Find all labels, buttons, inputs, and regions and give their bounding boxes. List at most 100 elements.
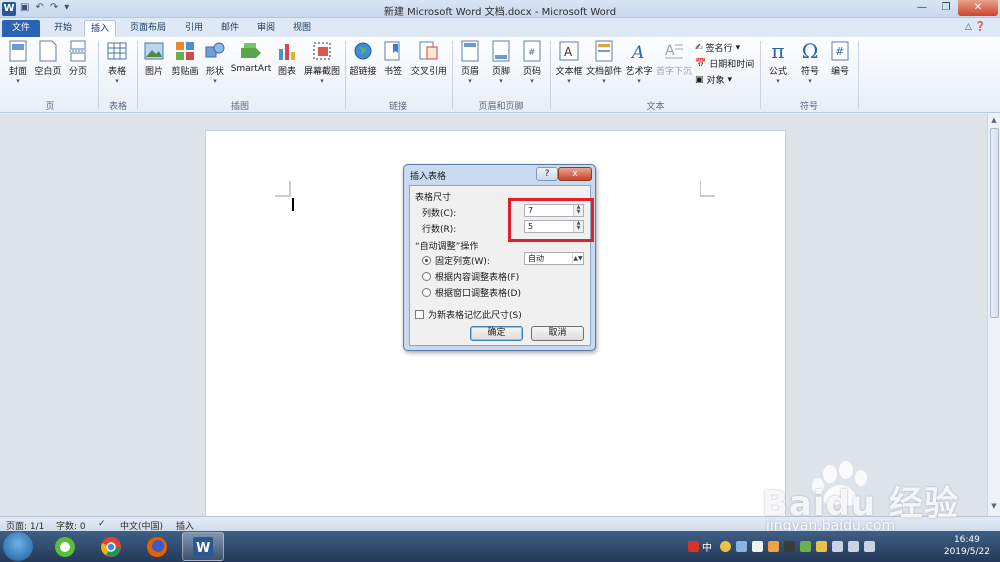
tab-file[interactable]: 文件 bbox=[2, 20, 40, 37]
minimize-icon[interactable]: — bbox=[910, 0, 934, 16]
tray-app-icon[interactable] bbox=[800, 541, 811, 552]
clipart-button[interactable]: 剪贴画 bbox=[170, 40, 200, 77]
tray-app-icon[interactable] bbox=[736, 541, 747, 552]
bookmark-button[interactable]: 书签 bbox=[380, 40, 406, 77]
tab-view[interactable]: 视图 bbox=[286, 20, 318, 37]
picture-icon bbox=[143, 40, 165, 62]
hyperlink-button[interactable]: 超链接 bbox=[348, 40, 378, 77]
screenshot-button[interactable]: 屏幕截图 ▾ bbox=[302, 40, 342, 85]
drop-cap-button[interactable]: A 首字下沉 bbox=[656, 40, 692, 77]
shapes-button[interactable]: 形状 ▾ bbox=[202, 40, 228, 85]
tab-insert[interactable]: 插入 bbox=[84, 20, 116, 37]
tray-app-icon[interactable] bbox=[816, 541, 827, 552]
svg-text:A: A bbox=[630, 43, 644, 61]
qq-icon[interactable] bbox=[784, 541, 795, 552]
text-box-button[interactable]: A 文本框 ▾ bbox=[553, 40, 585, 85]
close-icon[interactable]: ✕ bbox=[958, 0, 998, 16]
page-break-button[interactable]: 分页 bbox=[64, 40, 92, 77]
header-button[interactable]: 页眉 ▾ bbox=[456, 40, 484, 85]
dialog-close-button[interactable]: x bbox=[558, 167, 592, 181]
cover-page-button[interactable]: 封面 ▾ bbox=[4, 40, 32, 85]
insert-table-dialog: 插入表格 ? x 表格尺寸 列数(C): 7 ▲ ▼ 行数(R): 5 ▲ ▼ “自… bbox=[403, 164, 596, 351]
bookmark-icon bbox=[382, 40, 404, 62]
text-box-label: 文本框 bbox=[555, 67, 583, 77]
tab-mailings[interactable]: 邮件 bbox=[214, 20, 246, 37]
taskbar-app-360-icon[interactable] bbox=[44, 532, 86, 561]
help-icon[interactable]: △ ❓ bbox=[965, 22, 986, 32]
remember-size-checkbox[interactable]: 为新表格记忆此尺寸(S) bbox=[415, 308, 522, 321]
equation-button[interactable]: π 公式 ▾ bbox=[764, 39, 792, 85]
wordart-button[interactable]: A 艺术字 ▾ bbox=[624, 40, 654, 85]
dialog-title: 插入表格 bbox=[410, 172, 447, 182]
page-number-icon: # bbox=[521, 40, 543, 62]
text-box-icon: A bbox=[558, 40, 580, 62]
quick-parts-button[interactable]: 文档部件 ▾ bbox=[586, 40, 622, 85]
scrollbar-thumb[interactable] bbox=[990, 128, 999, 318]
tab-references[interactable]: 引用 bbox=[178, 20, 210, 37]
drop-cap-icon: A bbox=[663, 40, 685, 62]
clock[interactable]: 16:49 2019/5/22 bbox=[944, 534, 990, 558]
tray-app-icon[interactable] bbox=[768, 541, 779, 552]
number-button[interactable]: # 编号 bbox=[826, 40, 854, 77]
tab-review[interactable]: 审阅 bbox=[250, 20, 282, 37]
drop-cap-label: 首字下沉 bbox=[656, 67, 693, 77]
tray-app-icon[interactable] bbox=[752, 541, 763, 552]
table-size-section: 表格尺寸 bbox=[415, 193, 452, 203]
page-number-button[interactable]: # 页码 ▾ bbox=[518, 40, 546, 85]
radio-icon bbox=[422, 272, 431, 281]
scroll-up-icon[interactable]: ▲ bbox=[988, 116, 1000, 124]
title-bar: W ▣ ↶ ↷ ▾ 新建 Microsoft Word 文档.docx - Mi… bbox=[0, 0, 1000, 18]
autofit-section: “自动调整”操作 bbox=[415, 242, 479, 252]
tray-app-icon[interactable] bbox=[688, 541, 699, 552]
svg-text:W: W bbox=[196, 541, 210, 556]
fixed-width-value: 自动 bbox=[528, 254, 544, 263]
smartart-button[interactable]: SmartArt bbox=[230, 40, 272, 74]
ime-indicator[interactable]: 中 bbox=[702, 539, 712, 554]
cancel-button[interactable]: 取消 bbox=[531, 326, 584, 341]
taskbar-word-icon[interactable]: W bbox=[182, 532, 224, 561]
group-illustrations-label: 插图 bbox=[230, 102, 249, 112]
svg-text:A: A bbox=[564, 45, 573, 59]
fixed-width-radio[interactable]: 固定列宽(W): bbox=[422, 254, 490, 267]
dialog-help-button[interactable]: ? bbox=[536, 167, 558, 181]
proofing-icon[interactable]: ✓ bbox=[98, 519, 106, 529]
volume-icon[interactable] bbox=[848, 541, 859, 552]
flag-icon[interactable] bbox=[864, 541, 875, 552]
cross-reference-button[interactable]: 交叉引用 bbox=[408, 40, 450, 77]
footer-label: 页脚 bbox=[491, 67, 510, 77]
tab-home[interactable]: 开始 bbox=[46, 20, 80, 37]
object-button[interactable]: ▣ 对象 ▾ bbox=[695, 73, 732, 87]
footer-icon bbox=[490, 40, 512, 62]
network-icon[interactable] bbox=[832, 541, 843, 552]
autofit-contents-radio[interactable]: 根据内容调整表格(F) bbox=[422, 270, 519, 283]
hyperlink-label: 超链接 bbox=[349, 67, 377, 77]
quick-parts-label: 文档部件 bbox=[586, 67, 623, 77]
ok-button[interactable]: 确定 bbox=[470, 326, 523, 341]
spinner-arrows-icon[interactable]: ▲▼ bbox=[572, 253, 583, 264]
calendar-icon: 📅 bbox=[695, 58, 707, 69]
clipart-icon bbox=[174, 40, 196, 62]
taskbar-chrome-icon[interactable] bbox=[90, 532, 132, 561]
table-button[interactable]: 表格 ▾ bbox=[102, 40, 132, 85]
taskbar-firefox-icon[interactable] bbox=[136, 532, 178, 561]
blank-page-button[interactable]: 空白页 bbox=[34, 40, 62, 77]
rows-label: 行数(R): bbox=[422, 225, 457, 235]
symbol-button[interactable]: Ω 符号 ▾ bbox=[796, 39, 824, 85]
group-pages-label: 页 bbox=[45, 102, 55, 112]
picture-button[interactable]: 图片 bbox=[140, 40, 168, 77]
footer-button[interactable]: 页脚 ▾ bbox=[487, 40, 515, 85]
date-time-button[interactable]: 📅 日期和时间 bbox=[695, 57, 754, 71]
signature-line-button[interactable]: ✍ 签名行 ▾ bbox=[695, 41, 740, 55]
group-links-label: 链接 bbox=[388, 102, 407, 112]
moon-icon[interactable] bbox=[720, 541, 731, 552]
tab-page-layout[interactable]: 页面布局 bbox=[122, 20, 174, 37]
autofit-window-radio[interactable]: 根据窗口调整表格(D) bbox=[422, 286, 521, 299]
chart-button[interactable]: 图表 bbox=[274, 40, 300, 77]
svg-text:A: A bbox=[665, 43, 675, 59]
wordart-icon: A bbox=[628, 40, 650, 62]
start-button-icon[interactable] bbox=[3, 532, 33, 561]
fixed-width-select[interactable]: 自动 ▲▼ bbox=[524, 252, 584, 265]
signature-line-label: 签名行 bbox=[705, 44, 733, 54]
maximize-icon[interactable]: ❐ bbox=[934, 0, 958, 16]
symbol-label: 符号 bbox=[800, 67, 819, 77]
